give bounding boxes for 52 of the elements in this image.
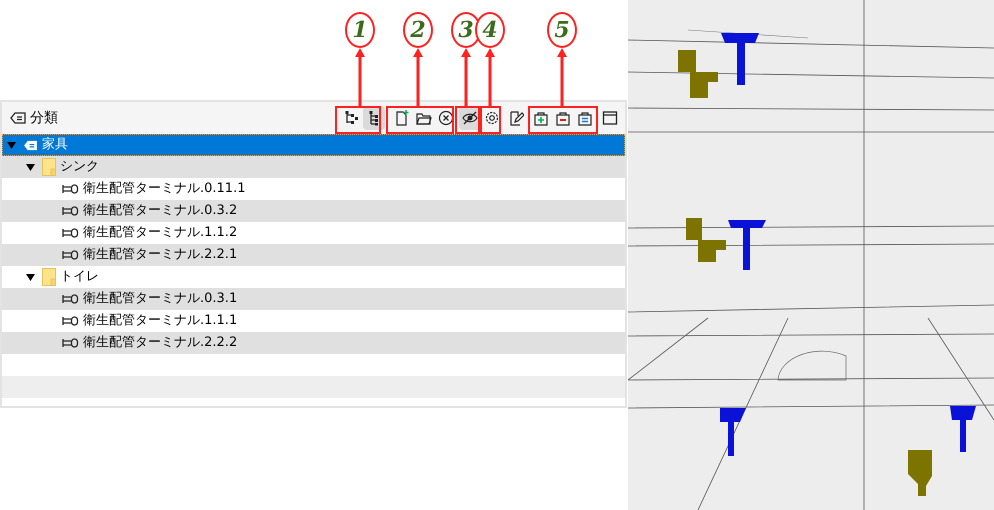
callout-badge: 1 [345, 12, 375, 48]
tree-item-label: 衛生配管ターミナル.0.3.1 [83, 290, 238, 308]
callout-badge: 2 [403, 12, 433, 48]
callout-badge: 4 [475, 12, 505, 48]
callout-arrow [413, 48, 423, 106]
new-file-icon [394, 110, 410, 126]
tree-item-label: 衛生配管ターミナル.1.1.2 [83, 224, 238, 242]
window-icon [602, 110, 618, 126]
tree-row[interactable]: シンク [2, 156, 625, 178]
caret-icon[interactable] [26, 273, 35, 281]
folder-icon [42, 158, 56, 176]
callout-badge: 5 [547, 12, 577, 48]
tree-diagram-icon [344, 110, 360, 126]
callout-arrow [461, 48, 471, 106]
tag-icon [10, 112, 26, 124]
bag-plus-icon [533, 110, 549, 126]
tree-item-label: 衛生配管ターミナル.2.2.1 [83, 246, 238, 264]
tree-row[interactable]: 衛生配管ターミナル.0.3.2 [2, 200, 625, 222]
pipe-terminal-icon [62, 184, 79, 194]
pipe-terminal-icon [62, 316, 79, 326]
callout-frame [528, 106, 598, 134]
tree-item-label: シンク [60, 158, 99, 176]
edit-document-icon [508, 110, 524, 126]
bag-minus-icon [555, 110, 571, 126]
callout-arrow [485, 48, 495, 106]
tree-row[interactable]: 衛生配管ターミナル.2.2.2 [2, 332, 625, 354]
settings-icon [484, 110, 500, 126]
pipe-terminal-icon [62, 206, 79, 216]
tree-item-label: 衛生配管ターミナル.1.1.1 [83, 312, 238, 330]
folder-icon [42, 268, 56, 286]
tree-row[interactable]: 家具 [2, 134, 625, 156]
hidden-eye-icon [462, 110, 478, 126]
panel-title: 分類 [30, 108, 58, 128]
tree-item-label: 衛生配管ターミナル.2.2.2 [83, 334, 238, 352]
pipe-terminal-icon [62, 338, 79, 348]
close-icon [438, 110, 454, 126]
tree-row[interactable]: 衛生配管ターミナル.2.2.1 [2, 244, 625, 266]
tree-row[interactable]: 衛生配管ターミナル.0.3.1 [2, 288, 625, 310]
callout-frame [480, 106, 501, 134]
tree-item-label: 家具 [42, 136, 68, 154]
tag-icon [23, 140, 38, 150]
bag-equals-icon [577, 110, 593, 126]
caret-icon[interactable] [26, 163, 35, 171]
tree-item-label: 衛生配管ターミナル.0.11.1 [83, 180, 246, 198]
tree-item-label: 衛生配管ターミナル.0.3.2 [83, 202, 238, 220]
callout-frame [335, 106, 381, 134]
pipe-terminal-icon [62, 294, 79, 304]
tree-item-label: トイレ [60, 268, 99, 286]
pipe-terminal-icon [62, 250, 79, 260]
callout-arrow [557, 48, 567, 106]
pipe-terminal-icon [62, 228, 79, 238]
callout-arrow [355, 48, 365, 106]
